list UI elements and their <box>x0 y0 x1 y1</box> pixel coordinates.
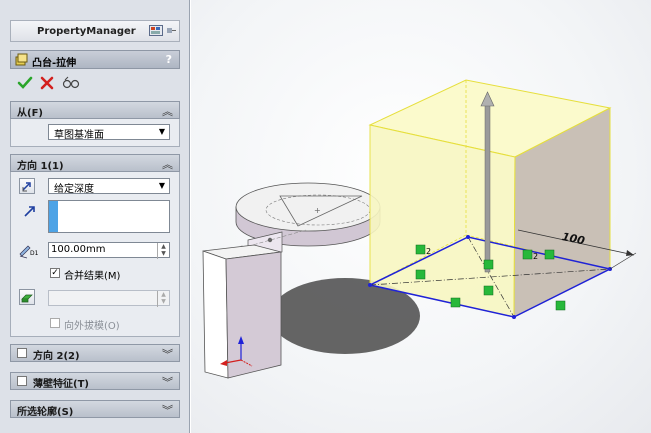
chevron-down-icon: ▼ <box>158 127 165 136</box>
selected-contours-section-title: 所选轮廓(S) <box>17 407 74 418</box>
svg-text:+: + <box>314 206 321 215</box>
help-icon[interactable]: ? <box>166 53 172 66</box>
from-section-header[interactable]: 从(F) ︽ <box>10 101 180 119</box>
ok-button[interactable] <box>17 76 33 90</box>
expand-down-icon[interactable]: ︾ <box>162 402 173 418</box>
selected-contours-section-header[interactable]: 所选轮廓(S) ︾ <box>10 400 180 418</box>
merge-result-label: 合并结果(M) <box>64 271 121 282</box>
start-condition-value: 草图基准面 <box>54 130 104 141</box>
draft-angle-input[interactable]: ▲ ▼ <box>48 290 170 307</box>
direction-selection-box[interactable] <box>48 200 170 233</box>
depth-icon: D1 <box>18 242 40 260</box>
direction1-section-title: 方向 1(1) <box>17 161 64 172</box>
collapse-up-icon[interactable]: ︽ <box>162 156 173 172</box>
chevron-down-icon: ▼ <box>158 181 165 190</box>
thin-feature-section-header[interactable]: 薄壁特征(T) ︾ <box>10 372 180 390</box>
reverse-direction-button[interactable] <box>19 178 35 194</box>
selection-highlight <box>49 201 58 232</box>
direction1-section-body: 给定深度 ▼ D1 100.00mm ▲ ▼ ✓ 合并结果(M) ▲ ▼ 向外拔模(… <box>10 172 180 337</box>
draft-outward-label: 向外拔模(O) <box>64 321 120 332</box>
direction2-section-title: 方向 2(2) <box>33 351 80 362</box>
expand-down-icon[interactable]: ︾ <box>162 374 173 390</box>
merge-result-checkbox[interactable]: ✓ <box>50 268 60 278</box>
graphics-area[interactable]: + 100 2 2 <box>191 0 651 433</box>
feature-name: 凸台-拉伸 <box>32 58 77 69</box>
property-manager-title: PropertyManager <box>37 26 136 37</box>
depth-spinner[interactable]: ▲ ▼ <box>157 243 169 259</box>
scene-svg: + 100 2 2 <box>202 79 637 379</box>
relation-label-a: 2 <box>426 247 431 256</box>
feature-title-bar: 凸台-拉伸 ? <box>10 50 180 69</box>
draft-outward-checkbox[interactable] <box>50 318 60 328</box>
collapse-up-icon[interactable]: ︽ <box>162 103 173 119</box>
pm-tabs-icon[interactable] <box>149 25 163 36</box>
depth-symbol: D1 <box>30 250 39 257</box>
expand-down-icon[interactable]: ︾ <box>162 346 173 362</box>
property-manager-panel: PropertyManager 凸台-拉伸 ? 从(F) ︽ 草图基准面 ▼ 方… <box>0 0 190 433</box>
direction-vector-icon <box>23 204 37 218</box>
from-section-title: 从(F) <box>17 108 43 119</box>
depth-value: 100.00mm <box>51 244 106 255</box>
thin-feature-checkbox[interactable] <box>17 376 27 386</box>
pm-pin-icon[interactable] <box>166 26 176 35</box>
draft-button[interactable] <box>19 289 35 305</box>
end-condition-value: 给定深度 <box>54 184 94 195</box>
property-manager-tab[interactable]: PropertyManager <box>10 20 180 42</box>
direction2-section-header[interactable]: 方向 2(2) ︾ <box>10 344 180 362</box>
end-condition-dropdown[interactable]: 给定深度 ▼ <box>48 178 170 195</box>
direction2-checkbox[interactable] <box>17 348 27 358</box>
direction1-section-header[interactable]: 方向 1(1) ︽ <box>10 154 180 172</box>
start-condition-dropdown[interactable]: 草图基准面 ▼ <box>48 124 170 141</box>
extrude-boss-icon <box>15 53 28 66</box>
from-section-body: 草图基准面 ▼ <box>10 119 180 147</box>
draft-angle-spinner[interactable]: ▲ ▼ <box>157 291 169 307</box>
thin-feature-section-title: 薄壁特征(T) <box>33 379 89 390</box>
depth-input[interactable]: 100.00mm ▲ ▼ <box>48 242 170 259</box>
relation-label-b: 2 <box>533 252 538 261</box>
cancel-button[interactable] <box>40 76 54 90</box>
detailed-preview-icon[interactable] <box>62 76 80 90</box>
